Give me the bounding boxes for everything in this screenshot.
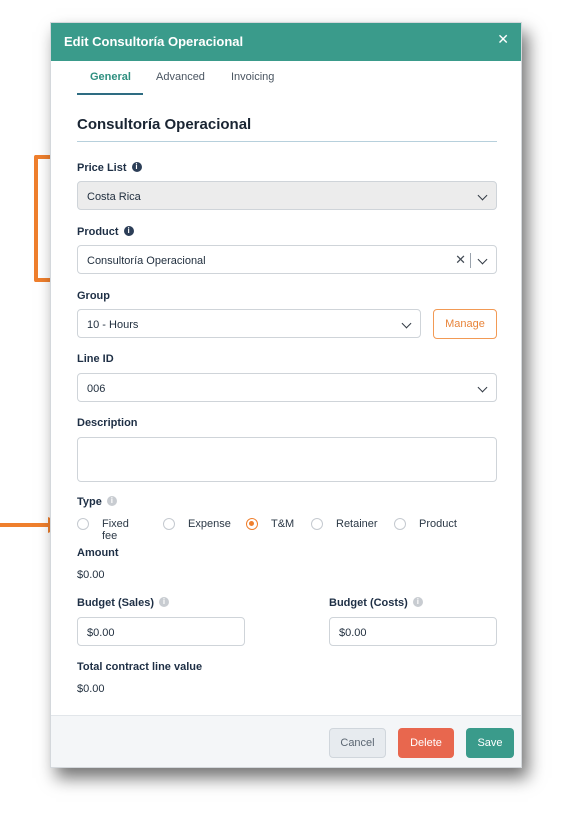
budget-costs-input[interactable]: $0.00 bbox=[329, 617, 497, 646]
line-id-label: Line ID bbox=[77, 353, 114, 365]
product-label: Product i bbox=[77, 226, 134, 238]
chevron-down-icon bbox=[477, 190, 488, 201]
modal-title: Edit Consultoría Operacional bbox=[64, 34, 244, 49]
tab-advanced[interactable]: Advanced bbox=[156, 71, 205, 83]
tab-invoicing[interactable]: Invoicing bbox=[231, 71, 274, 83]
budget-sales-input[interactable]: $0.00 bbox=[77, 617, 245, 646]
price-list-value: Costa Rica bbox=[87, 191, 141, 203]
product-label-text: Product bbox=[77, 226, 119, 238]
modal-footer: Cancel Delete Save bbox=[51, 715, 521, 767]
amount-label: Amount bbox=[77, 547, 119, 559]
radio-fixed-fee[interactable] bbox=[77, 518, 89, 530]
radio-product[interactable] bbox=[394, 518, 406, 530]
budget-costs-label-text: Budget (Costs) bbox=[329, 597, 408, 609]
budget-costs-label: Budget (Costs) i bbox=[329, 597, 423, 609]
info-icon: i bbox=[123, 226, 134, 237]
amount-value: $0.00 bbox=[77, 569, 105, 581]
field-separator bbox=[470, 253, 471, 268]
radio-retainer[interactable] bbox=[311, 518, 323, 530]
clear-icon[interactable]: ✕ bbox=[455, 252, 466, 268]
info-icon: i bbox=[159, 597, 170, 608]
description-textarea[interactable] bbox=[77, 437, 497, 482]
type-label-text: Type bbox=[77, 496, 102, 508]
radio-label-tm[interactable]: T&M bbox=[271, 518, 294, 530]
product-select[interactable]: Consultoría Operacional ✕ bbox=[77, 245, 497, 274]
radio-expense[interactable] bbox=[163, 518, 175, 530]
info-icon: i bbox=[131, 162, 142, 173]
radio-label-fixed-fee[interactable]: Fixed fee bbox=[102, 518, 129, 542]
chevron-down-icon[interactable] bbox=[477, 254, 488, 265]
tab-general[interactable]: General bbox=[90, 71, 131, 83]
modal-header: Edit Consultoría Operacional ✕ bbox=[51, 23, 521, 61]
radio-tm[interactable] bbox=[246, 518, 258, 530]
active-tab-indicator bbox=[77, 93, 143, 95]
line-id-select[interactable]: 006 bbox=[77, 373, 497, 402]
delete-button[interactable]: Delete bbox=[398, 728, 454, 758]
price-list-label: Price List i bbox=[77, 162, 142, 174]
total-label: Total contract line value bbox=[77, 661, 203, 673]
cancel-button[interactable]: Cancel bbox=[329, 728, 386, 758]
close-icon[interactable]: ✕ bbox=[497, 31, 509, 48]
group-label: Group bbox=[77, 290, 110, 302]
line-id-value: 006 bbox=[87, 383, 106, 395]
group-value: 10 - Hours bbox=[87, 319, 139, 331]
budget-sales-label-text: Budget (Sales) bbox=[77, 597, 155, 609]
title-divider bbox=[77, 141, 497, 142]
save-button[interactable]: Save bbox=[466, 728, 514, 758]
radio-label-product[interactable]: Product bbox=[419, 518, 457, 530]
radio-label-retainer[interactable]: Retainer bbox=[336, 518, 378, 530]
edit-line-modal: Edit Consultoría Operacional ✕ General A… bbox=[50, 22, 522, 768]
chevron-down-icon bbox=[401, 318, 412, 329]
group-select[interactable]: 10 - Hours bbox=[77, 309, 421, 338]
product-value: Consultoría Operacional bbox=[87, 255, 206, 267]
info-icon: i bbox=[412, 597, 423, 608]
description-label: Description bbox=[77, 417, 138, 429]
form-title: Consultoría Operacional bbox=[77, 116, 252, 133]
manage-button[interactable]: Manage bbox=[433, 309, 497, 339]
price-list-label-text: Price List bbox=[77, 162, 127, 174]
chevron-down-icon bbox=[477, 382, 488, 393]
price-list-select[interactable]: Costa Rica bbox=[77, 181, 497, 210]
total-value: $0.00 bbox=[77, 683, 105, 695]
type-label: Type i bbox=[77, 496, 117, 508]
info-icon: i bbox=[106, 496, 117, 507]
budget-sales-label: Budget (Sales) i bbox=[77, 597, 170, 609]
radio-label-expense[interactable]: Expense bbox=[188, 518, 231, 530]
